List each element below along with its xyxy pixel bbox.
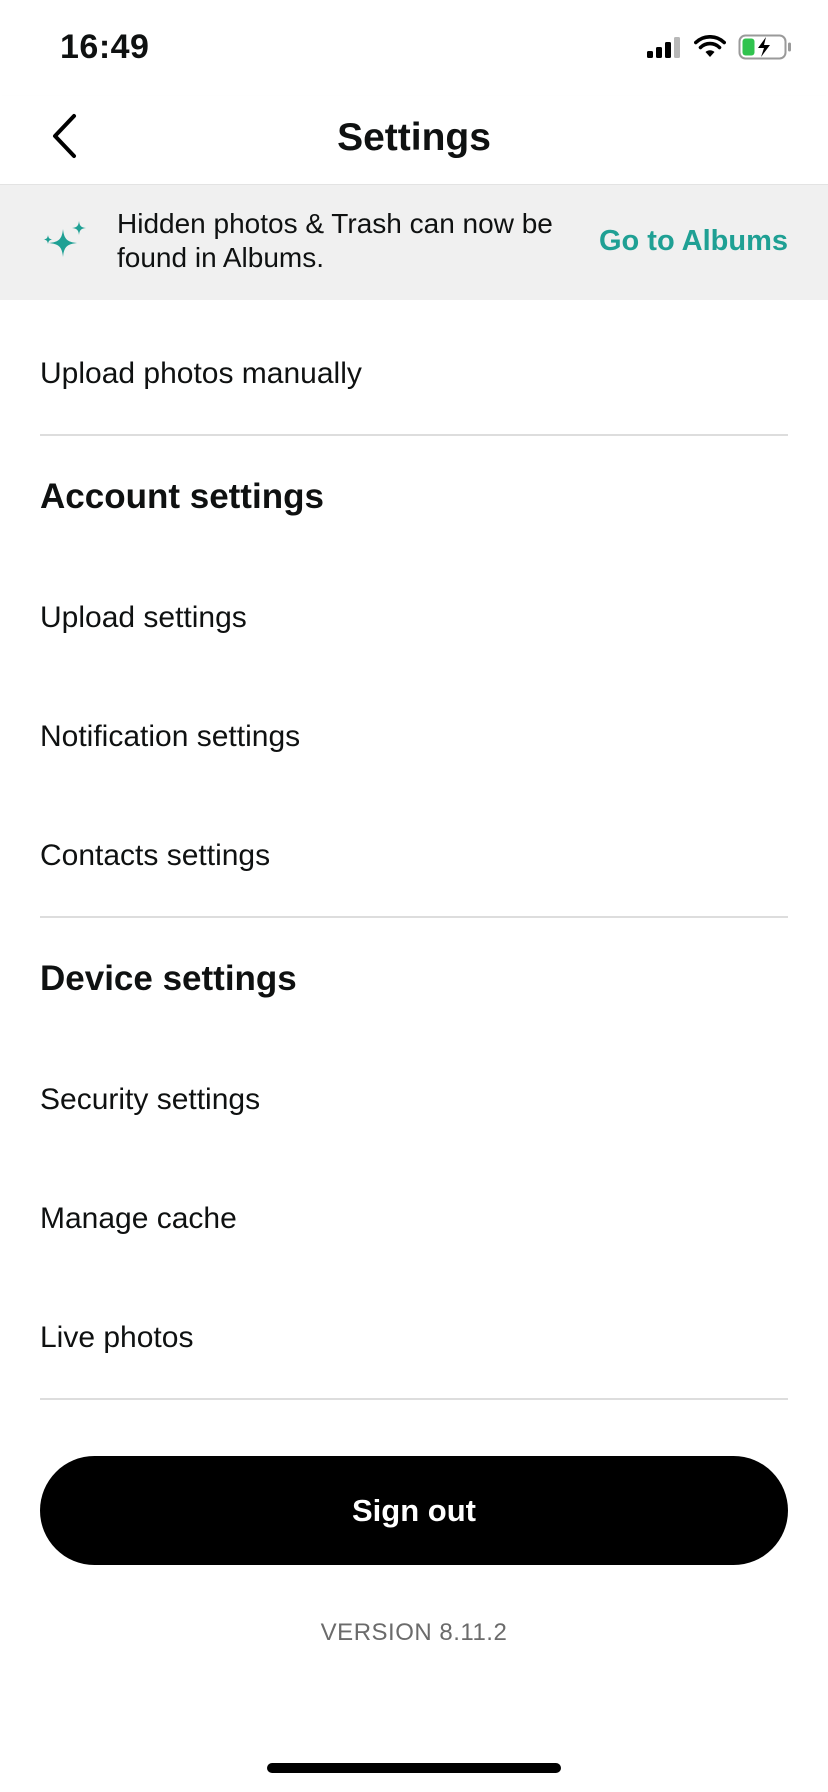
- divider: [40, 434, 788, 436]
- version-label: VERSION 8.11.2: [320, 1619, 508, 1646]
- divider: [40, 1398, 788, 1400]
- navigation-bar: Settings: [0, 96, 828, 185]
- go-to-albums-link[interactable]: Go to Albums: [599, 225, 788, 258]
- sign-out-button[interactable]: Sign out: [40, 1456, 788, 1565]
- wifi-icon: [694, 35, 726, 64]
- upload-settings-item[interactable]: Upload settings: [40, 601, 247, 635]
- info-banner: Hidden photos & Trash can now be found i…: [0, 185, 828, 300]
- divider: [40, 916, 788, 918]
- account-settings-heading: Account settings: [40, 477, 324, 516]
- settings-screen: 16:49 Settings Hidden photos & Trash can…: [0, 0, 828, 1792]
- status-icons: [646, 34, 792, 65]
- live-photos-item[interactable]: Live photos: [40, 1321, 193, 1355]
- banner-message: Hidden photos & Trash can now be found i…: [117, 208, 553, 273]
- contacts-settings-item[interactable]: Contacts settings: [40, 839, 270, 873]
- device-settings-heading: Device settings: [40, 959, 297, 998]
- home-indicator: [267, 1763, 561, 1773]
- page-title: Settings: [337, 116, 491, 159]
- notification-settings-item[interactable]: Notification settings: [40, 720, 300, 754]
- upload-photos-manually-item[interactable]: Upload photos manually: [40, 357, 362, 391]
- status-bar: 16:49: [0, 0, 828, 96]
- security-settings-item[interactable]: Security settings: [40, 1083, 260, 1117]
- battery-charging-icon: [738, 34, 792, 65]
- cellular-signal-icon: [646, 35, 682, 64]
- manage-cache-item[interactable]: Manage cache: [40, 1202, 237, 1236]
- sign-out-label: Sign out: [352, 1492, 476, 1528]
- sparkles-icon: [40, 219, 90, 269]
- status-time: 16:49: [60, 28, 150, 66]
